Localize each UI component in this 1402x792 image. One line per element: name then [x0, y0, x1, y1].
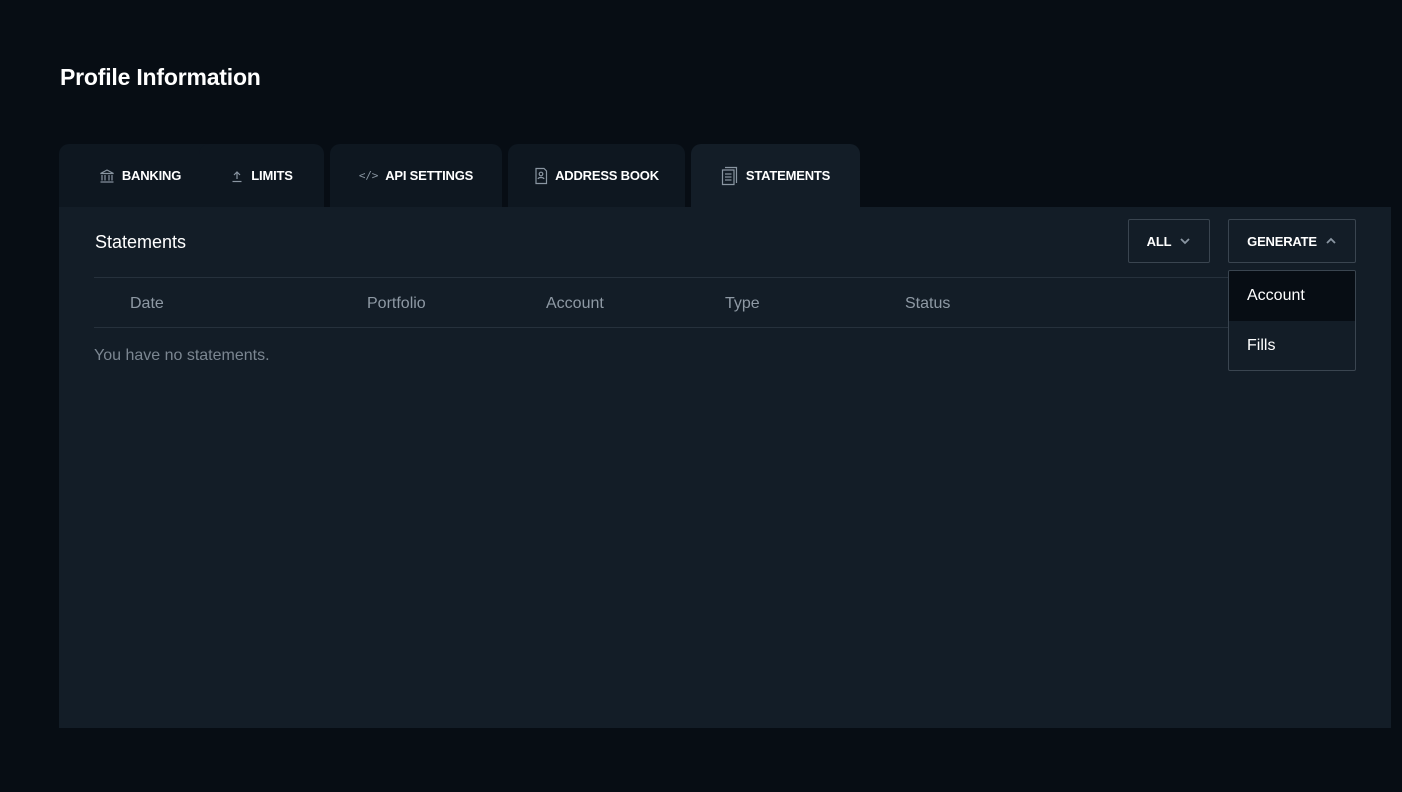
tab-api-settings[interactable]: </> API SETTINGS [330, 144, 502, 207]
tab-label: LIMITS [251, 168, 293, 183]
tab-statements[interactable]: STATEMENTS [691, 144, 860, 207]
tab-label: STATEMENTS [745, 168, 831, 183]
address-book-icon [534, 167, 548, 185]
tab-label: API SETTINGS [385, 168, 474, 183]
filter-all-label: ALL [1146, 233, 1172, 249]
chevron-down-icon [1179, 237, 1191, 245]
tab-label: BANKING [121, 168, 182, 183]
column-header-account[interactable]: Account [546, 295, 604, 313]
page-title: Profile Information [60, 64, 261, 90]
profile-page: Profile Information BANKING LIMITS </> A… [0, 0, 1402, 792]
upload-arrow-icon [230, 169, 244, 183]
generate-button[interactable]: GENERATE [1228, 219, 1356, 263]
columns-divider [94, 327, 1356, 328]
generate-dropdown-menu: Account Fills [1228, 270, 1356, 371]
generate-label: GENERATE [1247, 233, 1317, 249]
column-header-status[interactable]: Status [905, 295, 950, 313]
tab-address-book[interactable]: ADDRESS BOOK [508, 144, 685, 207]
column-header-portfolio[interactable]: Portfolio [367, 295, 426, 313]
chevron-up-icon [1325, 237, 1337, 245]
tab-label: ADDRESS BOOK [555, 168, 659, 183]
tab-limits[interactable]: LIMITS [199, 144, 324, 207]
column-header-date[interactable]: Date [130, 295, 164, 313]
code-icon: </> [358, 169, 379, 182]
statements-title: Statements [95, 232, 187, 252]
empty-state-message: You have no statements. [94, 347, 270, 364]
column-header-type[interactable]: Type [725, 295, 760, 313]
statements-panel: Statements ALL GENERATE Date Portfolio A… [59, 207, 1391, 728]
menu-item-account[interactable]: Account [1229, 271, 1355, 321]
menu-item-fills[interactable]: Fills [1229, 321, 1355, 370]
header-divider [94, 277, 1356, 278]
tab-banking[interactable]: BANKING [59, 144, 221, 207]
statements-icon [721, 166, 739, 186]
filter-all-button[interactable]: ALL [1128, 219, 1210, 263]
bank-icon [99, 168, 115, 184]
